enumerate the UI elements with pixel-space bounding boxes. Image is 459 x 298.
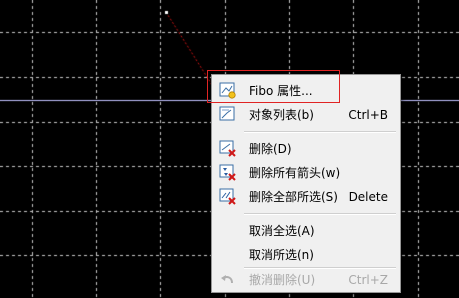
menu-separator <box>244 213 396 215</box>
menu-item-label: Fibo 属性... <box>249 84 313 98</box>
menu-item-delete-all-selected[interactable]: 删除全部所选(S) Delete <box>214 185 398 208</box>
menu-item-delete[interactable]: 删除(D) <box>214 137 398 160</box>
delete-icon <box>219 140 237 157</box>
menu-item-deselect[interactable]: 取消所选(n) <box>214 243 398 266</box>
fibo-properties-icon <box>219 82 237 99</box>
menu-item-label: 对象列表(b) <box>249 108 314 122</box>
delete-arrows-icon <box>219 164 237 181</box>
menu-item-label: 取消所选(n) <box>249 248 314 262</box>
menu-item-label: 删除所有箭头(w) <box>249 166 341 180</box>
menu-item-delete-all-arrows[interactable]: 删除所有箭头(w) <box>214 161 398 184</box>
delete-selected-icon <box>219 188 237 205</box>
menu-item-object-list[interactable]: 对象列表(b) Ctrl+B <box>214 103 398 126</box>
menu-item-shortcut: Ctrl+B <box>348 107 388 122</box>
menu-item-deselect-all[interactable]: 取消全选(A) <box>214 219 398 242</box>
menu-item-label: 取消全选(A) <box>249 224 315 238</box>
menu-item-shortcut: Delete <box>348 189 388 204</box>
menu-item-label: 撤消删除(U) <box>249 273 316 287</box>
menu-item-label: 删除全部所选(S) <box>249 190 338 204</box>
menu-separator <box>244 131 396 133</box>
object-list-icon <box>219 106 237 123</box>
menu-item-fibo-properties[interactable]: Fibo 属性... <box>214 79 398 102</box>
menu-item-shortcut: Ctrl+Z <box>348 272 388 287</box>
menu-item-undo-delete[interactable]: 撤消删除(U) Ctrl+Z <box>214 268 398 291</box>
undo-icon <box>219 271 237 288</box>
menu-item-label: 删除(D) <box>249 142 292 156</box>
context-menu: Fibo 属性... 对象列表(b) Ctrl+B 删除(D) 删除所有箭头(w… <box>211 74 401 293</box>
